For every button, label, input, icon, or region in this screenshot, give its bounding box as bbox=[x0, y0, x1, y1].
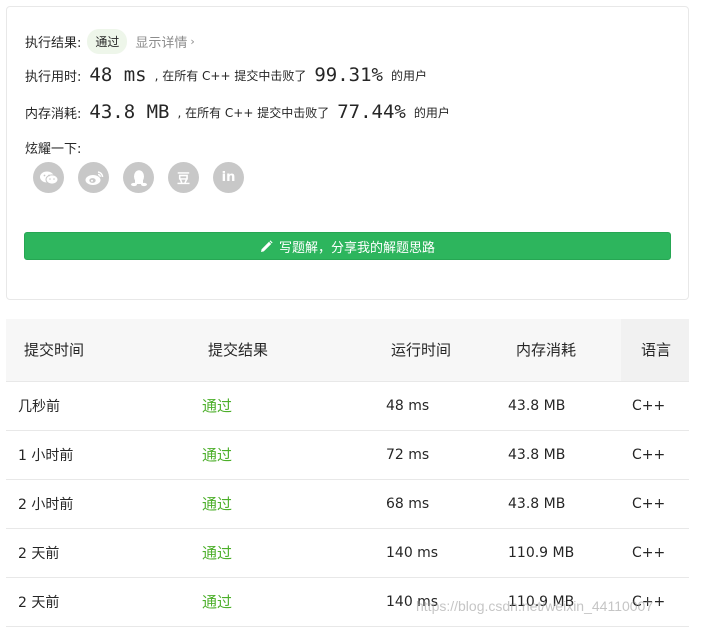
cell-memory: 43.8 MB bbox=[508, 381, 621, 431]
column-header-runtime: 运行时间 bbox=[386, 319, 508, 382]
cell-time: 几秒前 bbox=[6, 381, 189, 431]
douban-icon[interactable]: 豆 bbox=[168, 162, 199, 193]
cell-language: C++ bbox=[621, 528, 689, 578]
cell-result-link[interactable]: 通过 bbox=[189, 479, 386, 529]
cell-result-link[interactable]: 通过 bbox=[189, 577, 386, 627]
pencil-icon bbox=[260, 239, 273, 252]
table-row[interactable]: 2 天前 通过 140 ms 110.9 MB C++ bbox=[6, 577, 689, 627]
runtime-row: 执行用时: 48 ms , 在所有 C++ 提交中击败了 99.31% 的用户 bbox=[25, 64, 427, 86]
share-label: 炫耀一下: bbox=[25, 142, 82, 157]
cell-time: 2 小时前 bbox=[6, 479, 189, 529]
weibo-icon[interactable] bbox=[78, 162, 109, 193]
cell-memory: 43.8 MB bbox=[508, 479, 621, 529]
show-details-label: 显示详情 bbox=[135, 36, 188, 51]
cell-runtime: 140 ms bbox=[386, 528, 508, 578]
chevron-right-icon: › bbox=[190, 35, 195, 48]
table-row[interactable]: 2 天前 通过 140 ms 110.9 MB C++ bbox=[6, 528, 689, 578]
table-row[interactable]: 1 小时前 通过 72 ms 43.8 MB C++ bbox=[6, 430, 689, 480]
table-header-row: 提交时间 提交结果 运行时间 内存消耗 语言 bbox=[6, 319, 689, 382]
submissions-table: 提交时间 提交结果 运行时间 内存消耗 语言 几秒前 通过 48 ms 43.8… bbox=[6, 319, 689, 627]
share-icons: 豆 in bbox=[33, 162, 244, 193]
cell-runtime: 140 ms bbox=[386, 577, 508, 627]
runtime-label: 执行用时: bbox=[25, 69, 82, 85]
share-row: 炫耀一下: bbox=[25, 138, 81, 157]
cell-result-link[interactable]: 通过 bbox=[189, 430, 386, 480]
memory-percent: 77.44% bbox=[337, 101, 406, 123]
cell-runtime: 72 ms bbox=[386, 430, 508, 480]
runtime-suffix: 的用户 bbox=[390, 68, 427, 83]
qq-icon[interactable] bbox=[123, 162, 154, 193]
column-header-memory: 内存消耗 bbox=[508, 319, 621, 382]
cell-runtime: 68 ms bbox=[386, 479, 508, 529]
cell-time: 2 天前 bbox=[6, 577, 189, 627]
cell-result-link[interactable]: 通过 bbox=[189, 381, 386, 431]
cell-time: 2 天前 bbox=[6, 528, 189, 578]
memory-suffix: 的用户 bbox=[413, 105, 450, 120]
result-label: 执行结果: bbox=[25, 36, 82, 51]
write-solution-label: 写题解，分享我的解题思路 bbox=[278, 240, 435, 256]
table-row[interactable]: 几秒前 通过 48 ms 43.8 MB C++ bbox=[6, 381, 689, 431]
cell-memory: 43.8 MB bbox=[508, 430, 621, 480]
memory-row: 内存消耗: 43.8 MB , 在所有 C++ 提交中击败了 77.44% 的用… bbox=[25, 101, 450, 123]
linkedin-glyph: in bbox=[221, 170, 236, 185]
memory-beat-text: , 在所有 C++ 提交中击败了 bbox=[177, 105, 330, 120]
show-details-link[interactable]: 显示详情 › bbox=[135, 32, 194, 51]
cell-language: C++ bbox=[621, 381, 689, 431]
cell-runtime: 48 ms bbox=[386, 381, 508, 431]
cell-language: C++ bbox=[621, 430, 689, 480]
cell-time: 1 小时前 bbox=[6, 430, 189, 480]
runtime-value: 48 ms bbox=[89, 64, 147, 86]
douban-glyph: 豆 bbox=[176, 172, 190, 187]
wechat-icon[interactable] bbox=[33, 162, 64, 193]
write-solution-button[interactable]: 写题解，分享我的解题思路 bbox=[24, 232, 671, 260]
cell-memory: 110.9 MB bbox=[508, 577, 621, 627]
cell-result-link[interactable]: 通过 bbox=[189, 528, 386, 578]
table-row[interactable]: 2 小时前 通过 68 ms 43.8 MB C++ bbox=[6, 479, 689, 529]
runtime-beat-text: , 在所有 C++ 提交中击败了 bbox=[154, 68, 307, 83]
column-header-time: 提交时间 bbox=[6, 319, 189, 382]
cell-memory: 110.9 MB bbox=[508, 528, 621, 578]
column-header-result: 提交结果 bbox=[189, 319, 386, 382]
runtime-percent: 99.31% bbox=[314, 64, 383, 86]
cell-language: C++ bbox=[621, 577, 689, 627]
memory-label: 内存消耗: bbox=[25, 106, 82, 122]
column-header-language: 语言 bbox=[621, 319, 689, 382]
linkedin-icon[interactable]: in bbox=[213, 162, 244, 193]
cell-language: C++ bbox=[621, 479, 689, 529]
memory-value: 43.8 MB bbox=[89, 101, 170, 123]
result-row: 执行结果: 通过 显示详情 › bbox=[25, 29, 195, 54]
status-badge: 通过 bbox=[87, 29, 128, 54]
submission-result-card: 执行结果: 通过 显示详情 › 执行用时: 48 ms , 在所有 C++ 提交… bbox=[6, 6, 689, 300]
